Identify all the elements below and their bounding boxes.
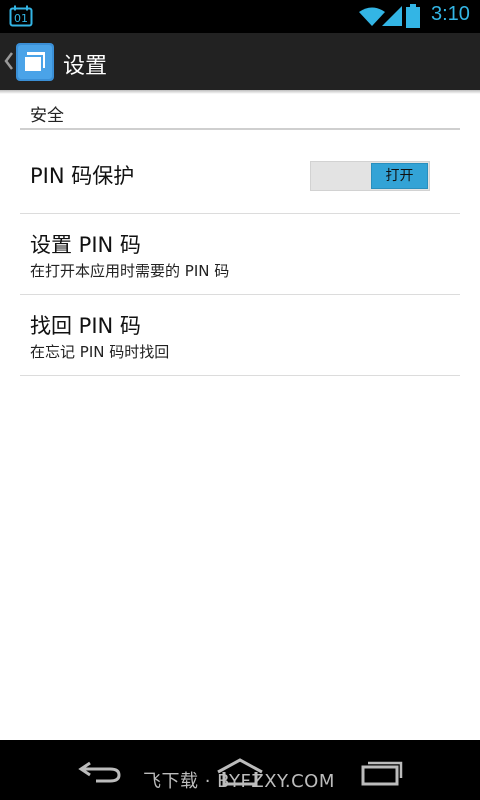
app-icon[interactable] [16, 43, 54, 81]
watermark-text: 飞下载 · BYFZXY.COM [143, 771, 335, 792]
signal-icon [381, 5, 403, 27]
navigation-bar: 飞下载 · BYFZXY.COM [0, 740, 480, 800]
pref-set-pin[interactable]: 设置 PIN 码 在打开本应用时需要的 PIN 码 [20, 214, 460, 294]
toggle-thumb-label: 打开 [371, 163, 428, 189]
action-bar-shadow [0, 90, 480, 94]
calendar-icon: 01 [9, 5, 33, 27]
screen: 01 3:10 设置 安全 PIN 码保护 打开 设置 PIN 码 在打开本应用… [0, 0, 480, 800]
back-icon[interactable] [78, 760, 122, 784]
pref-set-pin-summary: 在打开本应用时需要的 PIN 码 [30, 262, 230, 280]
action-bar: 设置 [0, 33, 480, 90]
pin-protection-toggle[interactable]: 打开 [310, 161, 430, 191]
pref-recover-pin[interactable]: 找回 PIN 码 在忘记 PIN 码时找回 [20, 295, 460, 375]
section-header-security: 安全 [30, 106, 64, 126]
pref-recover-pin-summary: 在忘记 PIN 码时找回 [30, 343, 170, 361]
pref-set-pin-title: 设置 PIN 码 [30, 233, 141, 257]
battery-icon [406, 4, 420, 28]
action-bar-title: 设置 [63, 54, 108, 79]
up-caret-icon[interactable] [4, 52, 14, 70]
status-clock: 3:10 [431, 3, 470, 25]
status-bar: 01 3:10 [0, 0, 480, 33]
section-divider [20, 128, 460, 130]
pref-recover-pin-title: 找回 PIN 码 [30, 314, 141, 338]
pref-pin-protection-title: PIN 码保护 [30, 164, 135, 188]
calendar-day: 01 [14, 12, 28, 25]
item-divider [20, 375, 460, 376]
recents-icon[interactable] [359, 758, 403, 786]
